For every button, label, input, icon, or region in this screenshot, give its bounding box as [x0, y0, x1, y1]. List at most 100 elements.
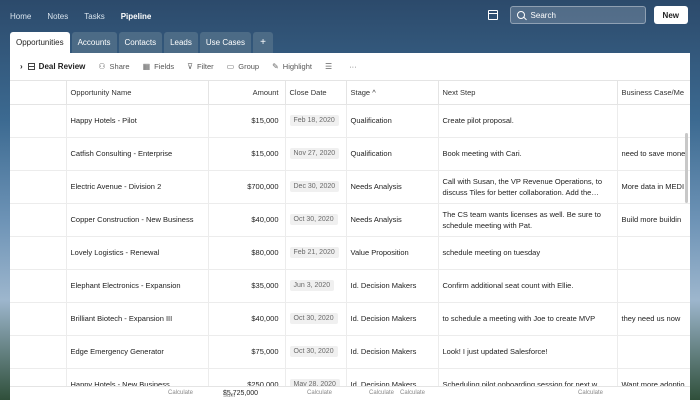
share-button[interactable]: ⚇ Share — [98, 62, 129, 71]
row-height-button[interactable]: ☰ — [325, 62, 336, 71]
cell-amount[interactable]: $700,000 — [208, 170, 286, 204]
cell-business-case[interactable] — [617, 104, 690, 138]
cell-business-case[interactable]: More data in MEDI — [617, 170, 690, 204]
cell-close-date[interactable]: Jun 3, 2020 — [285, 269, 347, 303]
date-chip: Feb 18, 2020 — [289, 115, 339, 126]
cell-amount[interactable]: $15,000 — [208, 104, 286, 138]
cell-business-case[interactable]: they need us now — [617, 302, 690, 336]
cell-business-case[interactable] — [617, 335, 690, 369]
table-icon — [27, 63, 35, 70]
table-row[interactable]: Electric Avenue - Division 2 $700,000 De… — [10, 170, 690, 204]
table-row[interactable]: Edge Emergency Generator $75,000 Oct 30,… — [10, 335, 690, 369]
group-button[interactable]: ▭ Group — [227, 62, 259, 71]
nav-tasks[interactable]: Tasks — [84, 12, 104, 21]
col-header-next-step[interactable]: Next Step — [438, 81, 618, 105]
cell-amount[interactable]: $15,000 — [208, 137, 286, 171]
cell-opportunity-name[interactable]: Edge Emergency Generator — [66, 335, 209, 369]
search-input[interactable]: Search — [509, 6, 646, 24]
date-chip: Jun 3, 2020 — [289, 280, 335, 291]
date-chip: Oct 30, 2020 — [289, 313, 338, 324]
cell-stage[interactable]: Id. Decision Makers — [346, 335, 439, 369]
cell-amount[interactable]: $40,000 — [208, 203, 286, 237]
cell-next-step[interactable]: Look! I just updated Salesforce! — [438, 335, 618, 369]
more-button[interactable]: ··· — [349, 62, 357, 71]
col-header-amount[interactable]: Amount — [208, 81, 286, 105]
nav-notes[interactable]: Notes — [47, 12, 68, 21]
cell-next-step[interactable]: Confirm additional seat count with Ellie… — [438, 269, 618, 303]
calendar-icon[interactable] — [487, 10, 498, 20]
highlight-button[interactable]: ✎ Highlight — [272, 62, 312, 71]
table-row[interactable]: Brilliant Biotech - Expansion III $40,00… — [10, 302, 690, 336]
cell-stage[interactable]: Needs Analysis — [346, 203, 439, 237]
calculate-next-step[interactable]: Calculate — [400, 390, 425, 396]
cell-stage[interactable]: Needs Analysis — [346, 170, 439, 204]
cell-next-step[interactable]: Create pilot proposal. — [438, 104, 618, 138]
object-tabs: Opportunities Accounts Contacts Leads Us… — [10, 32, 273, 53]
vertical-scrollbar[interactable] — [685, 133, 688, 203]
date-chip: Dec 30, 2020 — [289, 181, 340, 192]
cell-next-step[interactable]: to schedule a meeting with Joe to create… — [438, 302, 618, 336]
cell-opportunity-name[interactable]: Happy Hotels - Pilot — [66, 104, 209, 138]
filter-button[interactable]: ⊽ Filter — [187, 62, 214, 71]
cell-opportunity-name[interactable]: Elephant Electronics - Expansion — [66, 269, 209, 303]
sum-amount[interactable]: Sum $5,725,000 — [223, 390, 258, 399]
calculate-business-case[interactable]: Calculate — [578, 390, 603, 396]
nav-pipeline[interactable]: Pipeline — [121, 12, 152, 21]
cell-stage[interactable]: Qualification — [346, 137, 439, 171]
cell-opportunity-name[interactable]: Copper Construction - New Business — [66, 203, 209, 237]
cell-next-step[interactable]: schedule meeting on tuesday — [438, 236, 618, 270]
cell-opportunity-name[interactable]: Brilliant Biotech - Expansion III — [66, 302, 209, 336]
cell-close-date[interactable]: Oct 30, 2020 — [285, 335, 347, 369]
table-row[interactable]: Catfish Consulting - Enterprise $15,000 … — [10, 137, 690, 171]
table-row[interactable]: Happy Hotels - Pilot $15,000 Feb 18, 202… — [10, 104, 690, 138]
cell-opportunity-name[interactable]: Catfish Consulting - Enterprise — [66, 137, 209, 171]
col-header-opportunity-name[interactable]: Opportunity Name — [66, 81, 209, 105]
cell-amount[interactable]: $80,000 — [208, 236, 286, 270]
cell-next-step[interactable]: Call with Susan, the VP Revenue Operatio… — [438, 170, 618, 204]
col-header-stage[interactable]: Stage ^ — [346, 81, 439, 105]
cell-next-step[interactable]: The CS team wants licenses as well. Be s… — [438, 203, 618, 237]
cell-close-date[interactable]: Oct 30, 2020 — [285, 302, 347, 336]
col-header-business-case[interactable]: Business Case/Me — [617, 81, 690, 105]
tab-opportunities[interactable]: Opportunities — [10, 32, 70, 53]
cell-business-case[interactable] — [617, 236, 690, 270]
opportunities-table: Opportunity Name Amount Close Date Stage… — [10, 81, 690, 400]
table-row[interactable]: Elephant Electronics - Expansion $35,000… — [10, 269, 690, 303]
cell-business-case[interactable]: need to save mone — [617, 137, 690, 171]
cell-stage[interactable]: Qualification — [346, 104, 439, 138]
new-button[interactable]: New — [653, 6, 688, 24]
summary-footer: Calculate Sum $5,725,000 Calculate Calcu… — [10, 386, 690, 400]
table-row[interactable]: Copper Construction - New Business $40,0… — [10, 203, 690, 237]
calculate-close-date[interactable]: Calculate — [307, 390, 332, 396]
cell-stage[interactable]: Id. Decision Makers — [346, 269, 439, 303]
tab-use-cases[interactable]: Use Cases — [199, 32, 251, 53]
fields-button[interactable]: ▦ Fields — [143, 62, 175, 71]
nav-home[interactable]: Home — [10, 12, 31, 21]
cell-close-date[interactable]: Nov 27, 2020 — [285, 137, 347, 171]
table-row[interactable]: Lovely Logistics - Renewal $80,000 Feb 2… — [10, 236, 690, 270]
cell-amount[interactable]: $75,000 — [208, 335, 286, 369]
calculate-name[interactable]: Calculate — [168, 390, 193, 396]
search-placeholder: Search — [530, 10, 556, 20]
cell-next-step[interactable]: Book meeting with Cari. — [438, 137, 618, 171]
tab-leads[interactable]: Leads — [164, 32, 198, 53]
col-header-close-date[interactable]: Close Date — [285, 81, 347, 105]
tab-contacts[interactable]: Contacts — [118, 32, 163, 53]
cell-close-date[interactable]: Feb 21, 2020 — [285, 236, 347, 270]
calculate-stage[interactable]: Calculate — [369, 390, 394, 396]
cell-business-case[interactable]: Build more buildin — [617, 203, 690, 237]
cell-amount[interactable]: $35,000 — [208, 269, 286, 303]
view-selector[interactable]: › Deal Review — [20, 62, 85, 71]
tab-accounts[interactable]: Accounts — [71, 32, 117, 53]
row-gutter — [10, 335, 67, 369]
cell-close-date[interactable]: Dec 30, 2020 — [285, 170, 347, 204]
cell-opportunity-name[interactable]: Electric Avenue - Division 2 — [66, 170, 209, 204]
cell-amount[interactable]: $40,000 — [208, 302, 286, 336]
cell-opportunity-name[interactable]: Lovely Logistics - Renewal — [66, 236, 209, 270]
cell-business-case[interactable] — [617, 269, 690, 303]
cell-close-date[interactable]: Feb 18, 2020 — [285, 104, 347, 138]
cell-stage[interactable]: Id. Decision Makers — [346, 302, 439, 336]
add-tab-button[interactable]: + — [253, 32, 273, 53]
cell-close-date[interactable]: Oct 30, 2020 — [285, 203, 347, 237]
cell-stage[interactable]: Value Proposition — [346, 236, 439, 270]
